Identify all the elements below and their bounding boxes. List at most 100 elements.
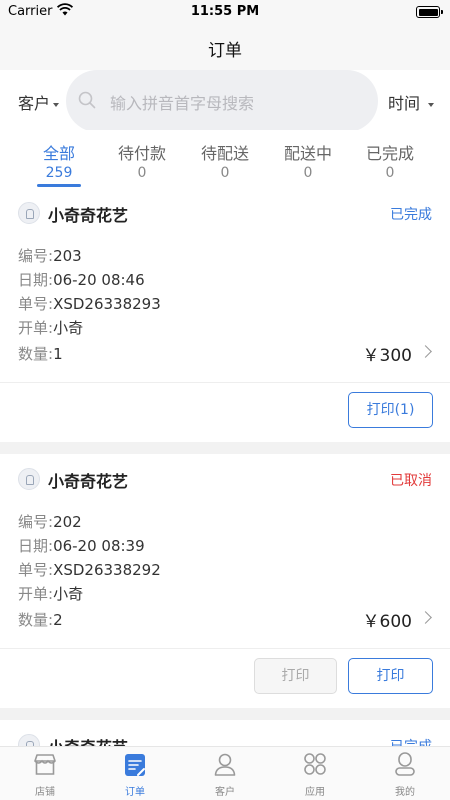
order-date: 06-20 08:46 — [53, 271, 145, 289]
order-card[interactable]: 小奇奇花艺 已完成 编号:203 日期:06-20 08:46 单号:XSD26… — [0, 188, 450, 442]
order-icon — [125, 754, 145, 776]
tabbar-item-apps[interactable]: 应用 — [285, 751, 345, 798]
order-opener-row: 开单:小奇 — [18, 317, 83, 338]
search-placeholder: 输入拼音首字母搜索 — [110, 94, 255, 113]
battery-icon — [416, 6, 443, 18]
order-card[interactable]: 小奇奇花艺 已取消 编号:202 日期:06-20 08:39 单号:XSD26… — [0, 454, 450, 708]
order-date-row: 日期:06-20 08:46 — [18, 269, 145, 290]
tabbar-item-store[interactable]: 店铺 — [15, 751, 75, 798]
shop-name: 小奇奇花艺 — [48, 472, 129, 491]
tab-count: 0 — [220, 165, 230, 181]
shop-avatar-icon — [18, 734, 40, 746]
field-label: 日期: — [18, 537, 54, 555]
order-no: XSD26338292 — [53, 561, 161, 579]
tab-label: 已完成 — [365, 144, 414, 163]
order-number: 202 — [53, 513, 82, 531]
caret-down-icon — [53, 102, 60, 107]
order-opener-row: 开单:小奇 — [18, 583, 83, 604]
tab-label: 待配送 — [200, 144, 249, 163]
field-label: 数量: — [18, 611, 54, 629]
chevron-right-icon[interactable] — [419, 345, 432, 358]
tabbar-label: 我的 — [395, 787, 415, 798]
order-status-badge: 已完成 — [390, 207, 432, 223]
caret-down-icon — [428, 102, 435, 107]
tab-label: 全部 — [42, 144, 75, 163]
customer-icon — [214, 753, 236, 776]
field-label: 编号: — [18, 513, 54, 531]
order-quantity-row: 数量:2 — [18, 609, 63, 630]
page-title: 订单 — [208, 41, 242, 61]
tabbar-item-orders[interactable]: 订单 — [105, 751, 165, 798]
field-label: 开单: — [18, 585, 54, 603]
status-bar: Carrier 11:55 PM — [0, 0, 450, 24]
order-status-tabs: 全部 259 待付款 0 待配送 0 配送中 0 已完成 0 — [0, 130, 450, 188]
order-date: 06-20 08:39 — [53, 537, 145, 555]
shop-avatar-icon — [18, 468, 40, 490]
active-tab-indicator — [37, 184, 81, 187]
order-number-row: 编号:202 — [18, 511, 82, 532]
field-label: 单号: — [18, 295, 54, 313]
order-quantity: 1 — [53, 345, 63, 363]
profile-icon — [395, 752, 415, 776]
field-label: 数量: — [18, 345, 54, 363]
print-button[interactable]: 打印(1) — [348, 392, 433, 428]
tabbar-item-customers[interactable]: 客户 — [195, 751, 255, 798]
tab-pending-delivery[interactable]: 待配送 0 — [185, 140, 265, 181]
tabbar-label: 订单 — [125, 787, 145, 798]
print-button-disabled: 打印 — [254, 658, 337, 694]
bottom-tab-bar: 店铺 订单 客户 应用 我的 — [0, 746, 450, 800]
field-label: 单号: — [18, 561, 54, 579]
tab-delivering[interactable]: 配送中 0 — [268, 140, 348, 181]
order-number-row: 编号:203 — [18, 245, 82, 266]
order-date-row: 日期:06-20 08:39 — [18, 535, 145, 556]
order-card[interactable]: 小奇奇花艺 已完成 — [0, 720, 450, 746]
tab-completed[interactable]: 已完成 0 — [350, 140, 430, 181]
field-label: 开单: — [18, 319, 54, 337]
divider — [0, 382, 450, 383]
order-no-row: 单号:XSD26338293 — [18, 293, 161, 314]
customer-filter-label: 客户 — [18, 94, 51, 113]
order-quantity: 2 — [53, 611, 63, 629]
order-price[interactable]: ￥600 — [363, 607, 412, 632]
shop-name: 小奇奇花艺 — [48, 734, 128, 746]
order-number: 203 — [53, 247, 82, 265]
tab-all[interactable]: 全部 259 — [19, 140, 99, 181]
tabbar-label: 应用 — [305, 787, 325, 798]
order-status-badge: 已取消 — [390, 473, 432, 489]
tab-count: 0 — [385, 165, 395, 181]
field-label: 日期: — [18, 271, 54, 289]
tab-count: 0 — [137, 165, 147, 181]
customer-filter-dropdown[interactable]: 客户 — [18, 90, 60, 114]
shop-avatar-icon — [18, 202, 40, 224]
divider — [0, 648, 450, 649]
order-price[interactable]: ￥300 — [363, 341, 412, 366]
tabbar-label: 店铺 — [35, 787, 55, 798]
order-status-badge: 已完成 — [390, 736, 432, 746]
tabbar-item-profile[interactable]: 我的 — [375, 751, 435, 798]
time-filter-label: 时间 — [388, 94, 421, 113]
tabbar-label: 客户 — [215, 787, 235, 798]
order-list[interactable]: 小奇奇花艺 已完成 编号:203 日期:06-20 08:46 单号:XSD26… — [0, 188, 450, 746]
store-icon — [34, 754, 56, 775]
search-icon — [78, 91, 96, 109]
tab-label: 待付款 — [117, 144, 166, 163]
order-no: XSD26338293 — [53, 295, 161, 313]
order-opener: 小奇 — [53, 319, 84, 337]
search-input[interactable]: 输入拼音首字母搜索 — [66, 70, 378, 132]
status-time: 11:55 PM — [190, 4, 260, 19]
print-button[interactable]: 打印 — [348, 658, 433, 694]
apps-icon — [304, 753, 326, 775]
tab-count: 259 — [45, 165, 73, 181]
shop-name: 小奇奇花艺 — [48, 206, 129, 225]
filter-row: 客户 输入拼音首字母搜索 时间 — [0, 70, 450, 132]
tab-label: 配送中 — [283, 144, 332, 163]
tab-count: 0 — [303, 165, 313, 181]
order-no-row: 单号:XSD26338292 — [18, 559, 161, 580]
chevron-right-icon[interactable] — [419, 611, 432, 624]
nav-bar: 订单 — [0, 24, 450, 70]
field-label: 编号: — [18, 247, 54, 265]
order-quantity-row: 数量:1 — [18, 343, 63, 364]
time-filter-dropdown[interactable]: 时间 — [388, 90, 435, 114]
order-opener: 小奇 — [53, 585, 84, 603]
tab-pending-payment[interactable]: 待付款 0 — [102, 140, 182, 181]
